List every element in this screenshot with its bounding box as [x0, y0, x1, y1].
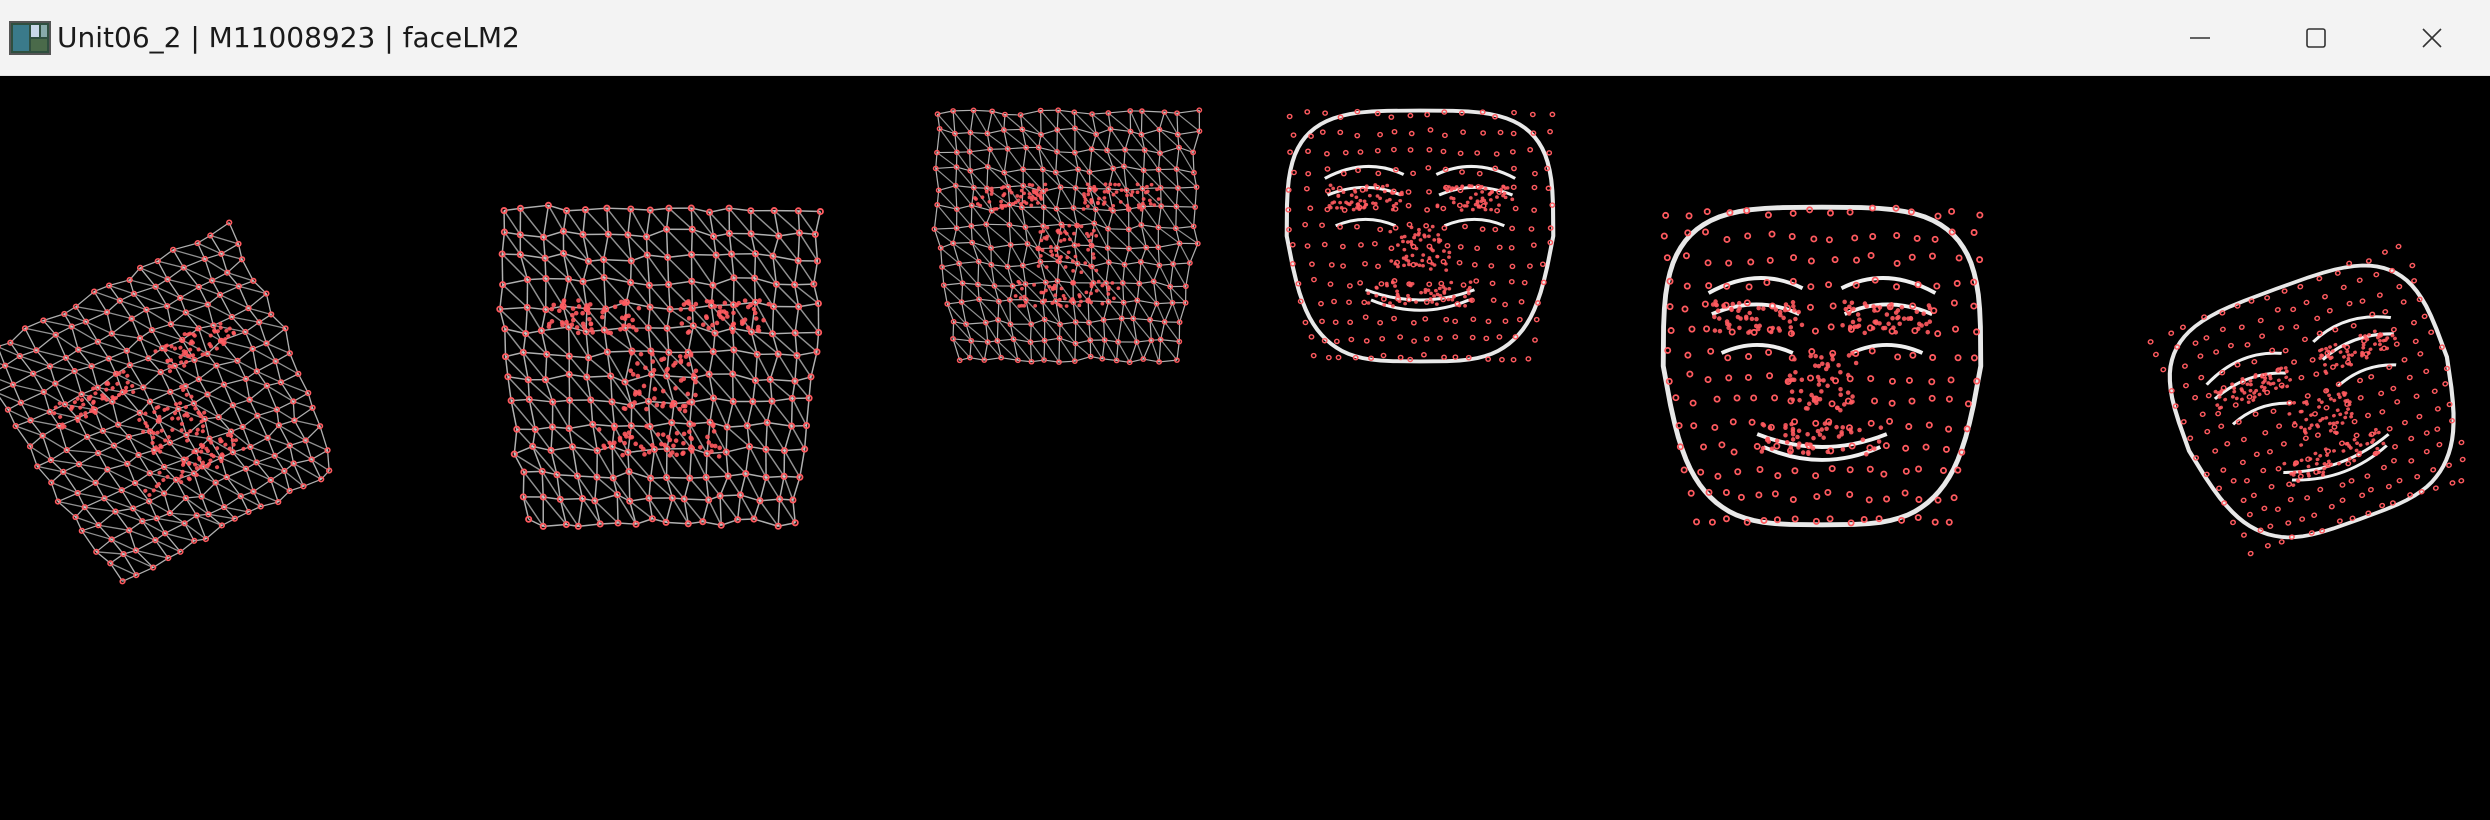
title-bar[interactable]: Unit06_2 | M11008923 | faceLM2	[0, 0, 2490, 76]
face-landmarks-5	[1660, 204, 1984, 528]
maximize-icon	[2306, 28, 2326, 48]
maximize-button[interactable]	[2258, 0, 2374, 76]
face-landmarks-3	[931, 107, 1203, 366]
face-landmark-canvas	[0, 107, 2466, 585]
face-landmarks-2	[496, 201, 824, 530]
app-window: Unit06_2 | M11008923 | faceLM2	[0, 0, 2490, 820]
app-thumbnail-icon	[9, 20, 51, 55]
face-landmarks-6	[2147, 243, 2466, 557]
face-landmarks-1	[0, 219, 333, 585]
window-controls	[2142, 0, 2490, 76]
window-title: Unit06_2 | M11008923 | faceLM2	[57, 21, 520, 54]
render-canvas[interactable]	[0, 76, 2490, 820]
close-icon	[2422, 28, 2442, 48]
close-button[interactable]	[2374, 0, 2490, 76]
face-landmarks-4	[1284, 108, 1556, 364]
minimize-button[interactable]	[2142, 0, 2258, 76]
minimize-icon	[2190, 37, 2210, 39]
